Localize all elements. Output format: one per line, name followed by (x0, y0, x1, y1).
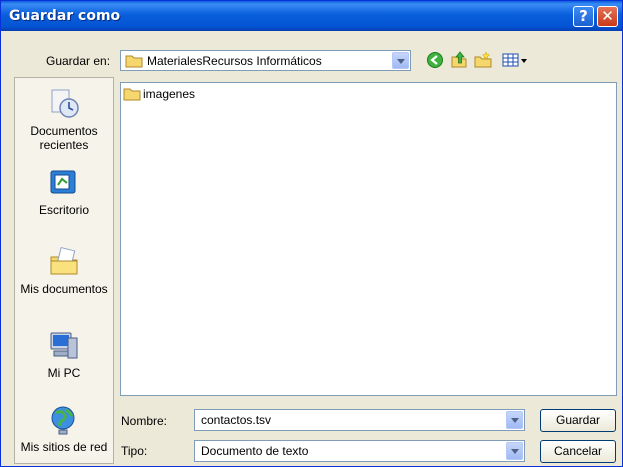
place-label: Mi PC (47, 366, 81, 380)
folder-icon (123, 88, 141, 101)
file-type-dropdown-arrow[interactable] (506, 442, 523, 460)
save-in-label: Guardar en: (46, 54, 111, 68)
close-button[interactable]: ✕ (597, 6, 618, 27)
view-menu-icon[interactable] (502, 51, 528, 69)
folder-icon (125, 55, 143, 68)
list-item[interactable]: imagenes (123, 87, 195, 101)
help-button[interactable]: ? (573, 6, 594, 27)
file-name-input[interactable]: contactos.tsv (194, 409, 525, 431)
my-documents-icon (50, 246, 78, 275)
back-icon[interactable] (426, 51, 444, 69)
save-in-value: MaterialesRecursos Informáticos (147, 54, 322, 68)
save-as-dialog: Guardar como ? ✕ Guardar en: MaterialesR… (0, 0, 623, 467)
cancel-button[interactable]: Cancelar (540, 440, 616, 463)
file-name-dropdown-arrow[interactable] (506, 411, 523, 429)
dialog-title: Guardar como (9, 8, 121, 24)
file-type-value: Documento de texto (201, 444, 309, 458)
place-label: Mis sitios de red (20, 440, 108, 454)
places-bar: Documentos recientes Escritorio Mis docu… (14, 77, 114, 464)
network-places-icon (51, 406, 75, 435)
title-bar[interactable]: Guardar como ? ✕ (1, 1, 622, 31)
desktop-icon (50, 170, 76, 194)
place-my-computer[interactable]: Mi PC (15, 330, 113, 380)
name-label: Nombre: (121, 414, 168, 428)
place-recent-documents[interactable]: Documentos recientes (15, 88, 113, 152)
place-label: Escritorio (38, 203, 89, 217)
file-name: imagenes (143, 87, 196, 101)
save-button[interactable]: Guardar (540, 409, 616, 432)
place-label: Mis documentos (20, 282, 108, 296)
save-in-dropdown[interactable]: MaterialesRecursos Informáticos (120, 50, 411, 71)
place-label: Documentos recientes (30, 124, 98, 152)
my-computer-icon (50, 332, 78, 359)
place-desktop[interactable]: Escritorio (15, 167, 113, 217)
file-name-value: contactos.tsv (201, 413, 272, 427)
recent-documents-icon (51, 89, 79, 118)
new-folder-icon[interactable] (474, 51, 492, 69)
place-network[interactable]: Mis sitios de red (15, 404, 113, 454)
file-list[interactable]: imagenes (120, 82, 617, 396)
type-label: Tipo: (121, 444, 148, 458)
place-my-documents[interactable]: Mis documentos (15, 246, 113, 296)
file-type-dropdown[interactable]: Documento de texto (194, 440, 525, 462)
up-folder-icon[interactable] (450, 51, 468, 69)
save-in-dropdown-arrow[interactable] (392, 52, 409, 69)
